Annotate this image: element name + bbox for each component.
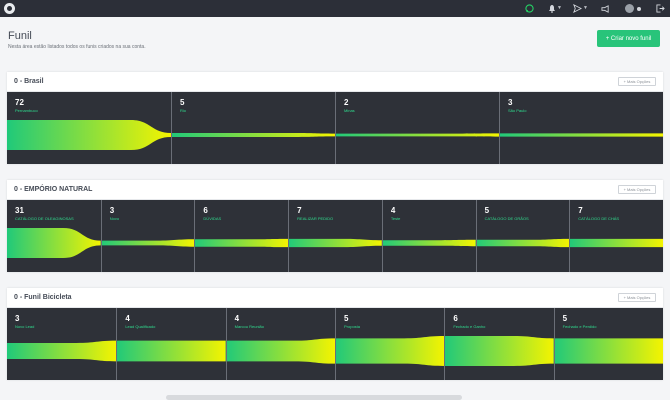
stage-name: Fechado e Ganho: [453, 324, 486, 329]
stage-name: Novo Lead: [15, 324, 35, 329]
stage-count: 72: [15, 98, 24, 107]
stage-count: 3: [15, 314, 20, 323]
funnel-stage[interactable]: 7 REALIZAR PEDIDO: [288, 200, 382, 272]
funnel-chart: 31 CATÁLOGO DE OLEAGINOSAS 3 Novo 6 DÚVIDAS 7 R…: [7, 200, 663, 272]
horizontal-scrollbar[interactable]: [166, 395, 462, 400]
funnel-stage[interactable]: 3 Novo: [100, 200, 195, 272]
funnel-stage[interactable]: 6 Fechado e Ganho: [444, 308, 553, 380]
funnel-card-brasil: 0 - Brasil + Mais Opções 72 Pernambuco 5 Ri…: [7, 72, 663, 164]
stage-name: DÚVIDAS: [203, 216, 222, 221]
stage-count: 5: [344, 314, 349, 323]
page-title: Funil: [8, 30, 32, 42]
page-subtitle: Nesta área estão listados todos os funis…: [8, 44, 146, 50]
stage-count: 7: [297, 206, 302, 215]
chevron-down-icon: ▼: [557, 5, 562, 11]
app-logo-icon[interactable]: [4, 3, 15, 14]
funnel-stage[interactable]: 2 Minas: [335, 92, 499, 164]
funnel-stage[interactable]: 6 DÚVIDAS: [194, 200, 288, 272]
stage-count: 7: [578, 206, 583, 215]
funnel-title: 0 - Brasil: [14, 78, 44, 85]
stage-name: São Paulo: [508, 108, 527, 113]
create-funnel-button[interactable]: + Criar novo funil: [597, 30, 660, 47]
funnel-stage[interactable]: 5 CATÁLOGO DE GRÃOS: [475, 200, 570, 272]
funnel-title: 0 - EMPÓRIO NATURAL: [14, 186, 93, 193]
funnel-card-header: 0 - EMPÓRIO NATURAL + Mais Opções: [7, 180, 663, 200]
stage-name: Novo: [109, 216, 120, 221]
stage-name: CATÁLOGO DE OLEAGINOSAS: [15, 216, 74, 221]
more-options-button[interactable]: + Mais Opções: [618, 185, 656, 194]
stage-count: 5: [180, 98, 185, 107]
stage-name: CATÁLOGO DE GRÃOS: [484, 216, 529, 221]
stage-count: 6: [203, 206, 208, 215]
logout-icon[interactable]: [656, 3, 665, 14]
funnel-card-header: 0 - Brasil + Mais Opções: [7, 72, 663, 92]
bell-icon[interactable]: ▼: [548, 3, 562, 14]
stage-count: 5: [562, 314, 568, 323]
stage-count: 3: [508, 98, 513, 107]
funnel-stage[interactable]: 3 São Paulo: [499, 92, 663, 164]
stage-count: 4: [234, 314, 240, 323]
funnel-card-header: 0 - Funil Bicicleta + Mais Opções: [7, 288, 663, 308]
stage-count: 4: [125, 314, 130, 323]
funnel-stage[interactable]: 4 Teste: [381, 200, 476, 272]
send-icon[interactable]: ▼: [573, 3, 588, 14]
stage-name: Minas: [344, 108, 355, 113]
whatsapp-icon[interactable]: [525, 3, 534, 14]
more-options-button[interactable]: + Mais Opções: [618, 77, 656, 86]
funnel-card-emporio-natural: 0 - EMPÓRIO NATURAL + Mais Opções 31 CATÁ…: [7, 180, 663, 272]
more-options-button[interactable]: + Mais Opções: [618, 293, 656, 302]
funnel-card-funil-bicicleta: 0 - Funil Bicicleta + Mais Opções 3 Novo …: [7, 288, 663, 380]
stage-name: Proposta: [344, 324, 361, 329]
funnel-stage[interactable]: 4 Lead Qualificado: [116, 308, 225, 380]
stage-count: 5: [484, 206, 490, 215]
chevron-down-icon: ▼: [583, 5, 588, 11]
funnel-stage[interactable]: 5 Fechado e Perdido: [553, 308, 663, 380]
funnel-stage[interactable]: 3 Novo Lead: [7, 308, 116, 380]
funnel-stage[interactable]: 7 CATÁLOGO DE CHÁS: [569, 200, 663, 272]
user-menu[interactable]: [625, 3, 641, 14]
stage-count: 2: [344, 98, 349, 107]
top-navbar: ▼ ▼: [0, 0, 670, 17]
megaphone-icon[interactable]: [601, 3, 610, 14]
funnel-chart: 72 Pernambuco 5 Rio 2 Minas 3 São Paulo: [7, 92, 663, 164]
funnel-stage[interactable]: 4 Marcou Reunião: [225, 308, 335, 380]
stage-name: Pernambuco: [15, 108, 38, 113]
status-dot-icon: [637, 6, 641, 11]
stage-name: Rio: [180, 108, 187, 113]
stage-count: 6: [453, 314, 458, 323]
stage-count: 31: [15, 206, 24, 215]
stage-name: REALIZAR PEDIDO: [297, 216, 334, 221]
avatar: [625, 4, 634, 13]
funnel-title: 0 - Funil Bicicleta: [14, 294, 72, 301]
stage-name: Fechado e Perdido: [562, 324, 597, 329]
funnel-stage[interactable]: 5 Proposta: [335, 308, 444, 380]
stage-count: 4: [390, 206, 396, 215]
stage-name: CATÁLOGO DE CHÁS: [578, 216, 620, 221]
stage-name: Teste: [390, 216, 401, 221]
funnel-stage[interactable]: 31 CATÁLOGO DE OLEAGINOSAS: [7, 200, 101, 272]
funnel-stage[interactable]: 5 Rio: [171, 92, 335, 164]
stage-name: Marcou Reunião: [234, 324, 265, 329]
funnel-chart: 3 Novo Lead 4 Lead Qualificado 4 Marcou Reuni…: [7, 308, 663, 380]
stage-count: 3: [109, 206, 115, 215]
stage-name: Lead Qualificado: [125, 324, 156, 329]
funnel-stage[interactable]: 72 Pernambuco: [7, 92, 171, 164]
